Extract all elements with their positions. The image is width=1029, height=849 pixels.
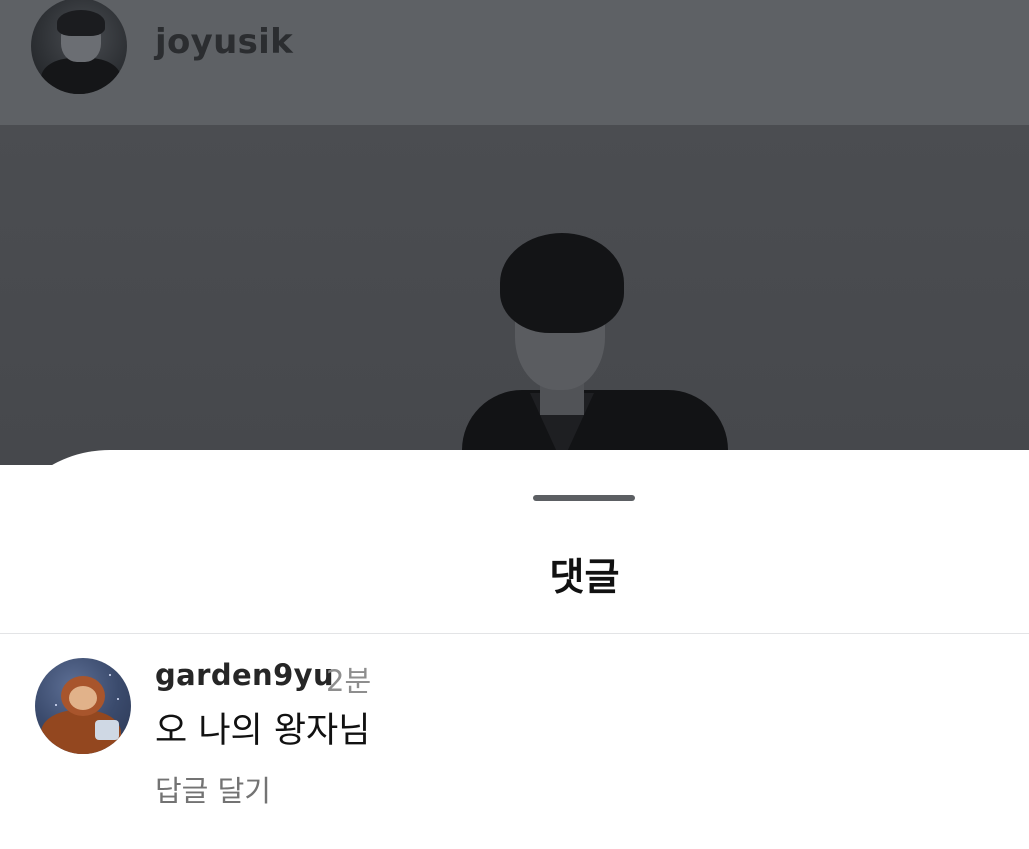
figure-hair <box>500 233 624 333</box>
phone-icon <box>95 720 119 740</box>
commenter-avatar[interactable] <box>35 658 131 754</box>
screen: joyusik 댓글 garden9yu 2분 오 나의 왕자님 답글 달기 <box>0 0 1029 849</box>
reply-button[interactable]: 답글 달기 <box>155 768 271 810</box>
sheet-drag-handle[interactable] <box>533 495 635 501</box>
star-dot <box>47 668 49 670</box>
post-image[interactable] <box>0 125 1029 465</box>
monkey-face <box>69 686 97 710</box>
avatar-figure-hair <box>57 10 105 36</box>
comment-item: garden9yu 2분 오 나의 왕자님 답글 달기 <box>0 634 1029 849</box>
comment-text: 오 나의 왕자님 <box>155 711 371 751</box>
comments-sheet: 댓글 garden9yu 2분 오 나의 왕자님 답글 달기 <box>0 450 1029 849</box>
star-dot <box>117 698 119 700</box>
sheet-title: 댓글 <box>549 555 620 599</box>
commenter-username[interactable]: garden9yu <box>155 658 334 692</box>
post-author-avatar[interactable] <box>31 0 127 94</box>
star-dot <box>55 704 57 706</box>
avatar-figure-body <box>41 58 121 94</box>
star-dot <box>109 674 111 676</box>
comment-timestamp: 2분 <box>326 664 372 698</box>
post-author-username[interactable]: joyusik <box>155 22 293 62</box>
post-header: joyusik <box>0 0 1029 125</box>
